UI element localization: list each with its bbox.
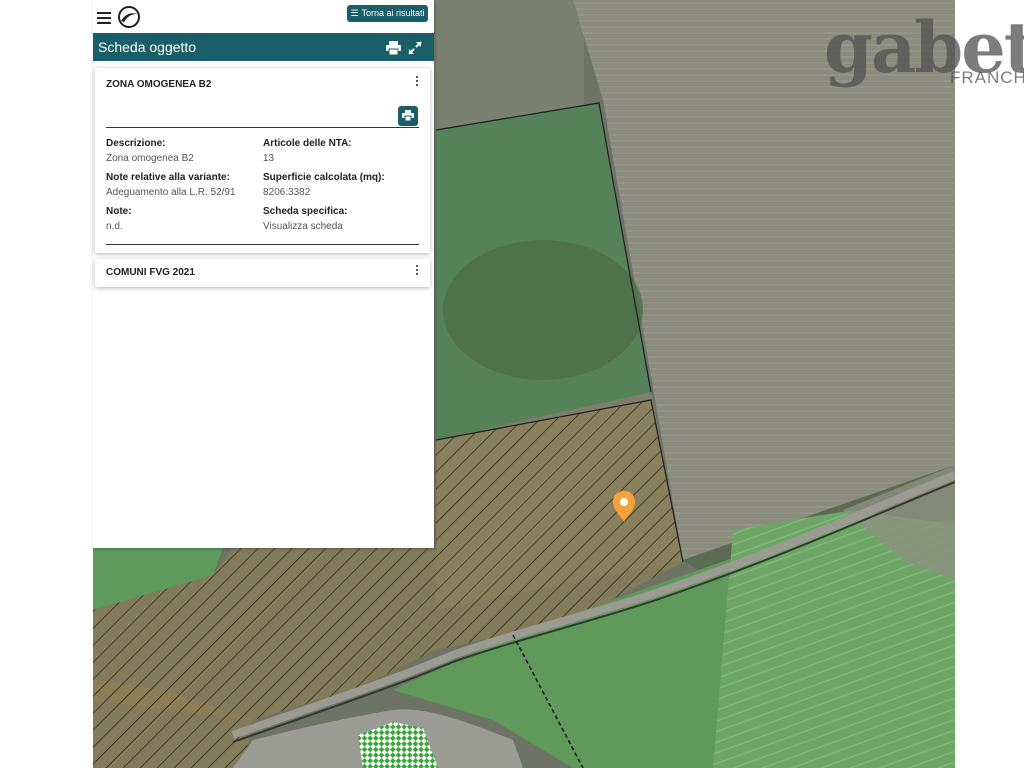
panel-title: Scheda oggetto [98,39,197,55]
expand-icon[interactable] [408,40,422,55]
articolo-value: 13 [263,153,275,164]
zone-card: ZONA OMOGENEA B2 Descrizione: Zona omoge… [95,68,430,253]
panel-header: Scheda oggetto [93,33,434,61]
back-to-results-button[interactable]: ☰ Torna ai risultati [347,5,428,22]
view-sheet-link[interactable]: Visualizza scheda [263,221,343,232]
note-value: n.d. [106,221,123,232]
descrizione-value: Zona omogenea B2 [106,153,194,164]
note-label: Note: [106,206,132,217]
right-margin [955,0,1024,768]
superficie-label: Superficie calcolata (mq): [263,172,385,183]
hamburger-menu-icon[interactable] [97,12,111,24]
note-variante-label: Note relative alla variante: [106,172,230,183]
divider [106,127,419,128]
divider [106,244,419,245]
card-print-button[interactable] [398,106,418,126]
scheda-specifica-label: Scheda specifica: [263,206,348,217]
back-to-results-label: Torna ai risultati [361,8,425,18]
print-icon[interactable] [386,40,401,56]
top-toolbar: ☰ Torna ai risultati [93,0,434,34]
list-icon: ☰ [350,8,359,18]
left-margin [0,0,93,768]
municipality-card[interactable]: COMUNI FVG 2021 [95,259,430,287]
more-options-icon[interactable] [415,76,419,90]
descrizione-label: Descrizione: [106,138,166,149]
municipality-card-title: COMUNI FVG 2021 [106,267,195,278]
more-options-icon[interactable] [415,265,419,279]
app-logo-icon[interactable] [118,6,140,28]
superficie-value: 8206.3382 [263,187,311,198]
zone-card-title: ZONA OMOGENEA B2 [106,79,212,90]
object-sheet-panel: ☰ Torna ai risultati Scheda oggetto ZONA … [93,0,434,548]
articolo-label: Articole delle NTA: [263,138,352,149]
note-variante-value: Adeguamento alla L.R. 52/91 [106,187,236,198]
